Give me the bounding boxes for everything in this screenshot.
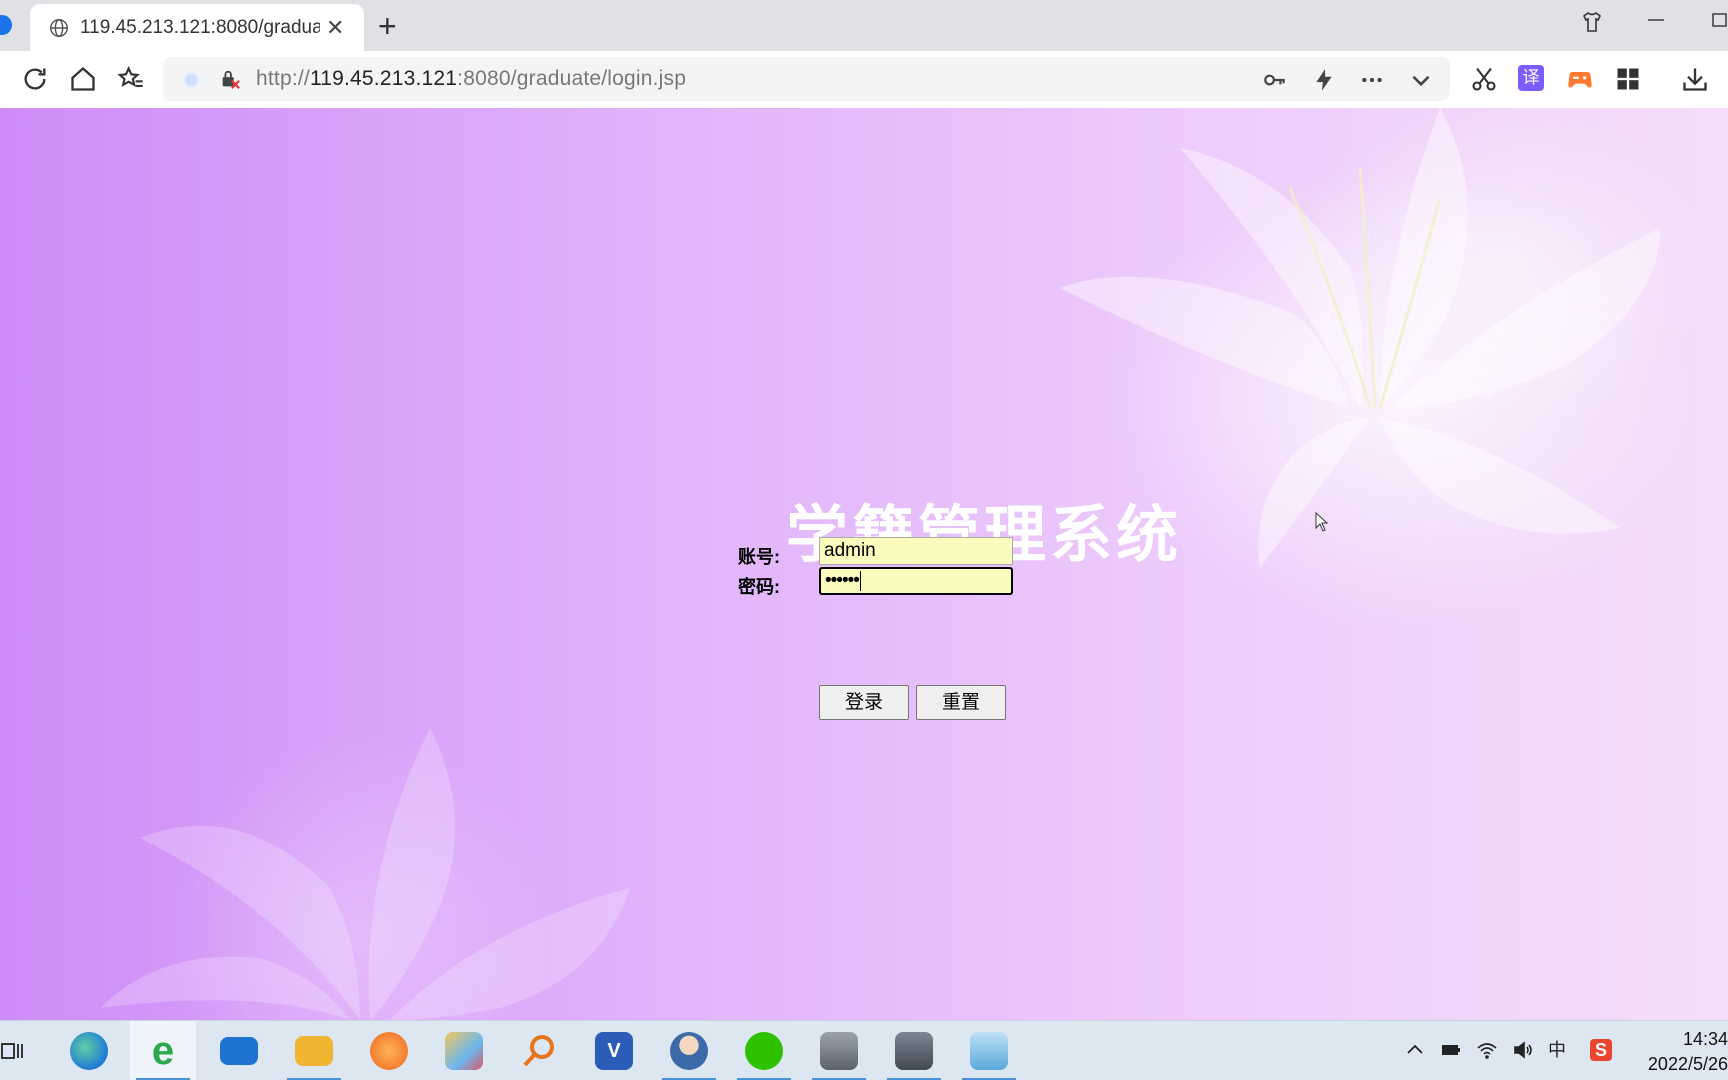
url-text[interactable]: http://119.45.213.121:8080/graduate/logi… — [256, 67, 686, 91]
account-input[interactable]: admin — [819, 537, 1013, 565]
login-page: 学籍管理系统 账号: admin 密码: •••••• 登录 重置 — [0, 108, 1728, 1020]
visio-icon: V — [595, 1032, 633, 1070]
task-view-icon[interactable] — [0, 1039, 24, 1063]
login-button[interactable]: 登录 — [819, 685, 909, 720]
taskbar-ie[interactable]: e — [130, 1021, 196, 1080]
close-tab-icon[interactable]: ✕ — [326, 16, 344, 39]
browser-toolbar: http://119.45.213.121:8080/graduate/logi… — [0, 51, 1728, 109]
taskbar-explorer[interactable] — [281, 1021, 347, 1080]
browser-tab[interactable]: 119.45.213.121:8080/graduate/login.jsp ✕ — [30, 4, 364, 51]
file-explorer-icon — [295, 1036, 333, 1066]
taskbar-paint[interactable] — [431, 1021, 497, 1080]
clock-time: 14:34 — [1682, 1029, 1728, 1049]
video-icon — [895, 1032, 933, 1070]
download-icon[interactable] — [1681, 65, 1709, 93]
translate-icon[interactable]: 译 — [1518, 65, 1544, 91]
taskbar-app-orange[interactable] — [356, 1021, 422, 1080]
clock-date: 2022/5/26 — [1647, 1054, 1728, 1074]
screen: 119.45.213.121:8080/graduate/login.jsp ✕… — [0, 0, 1728, 1080]
taskbar-notepad[interactable] — [956, 1021, 1022, 1080]
lightning-icon[interactable] — [1311, 67, 1337, 93]
maximize-icon[interactable] — [1710, 10, 1728, 30]
insecure-lock-icon[interactable] — [219, 68, 241, 90]
password-input[interactable]: •••••• — [819, 567, 1013, 595]
key-icon[interactable] — [1262, 67, 1288, 93]
taskbar-camera[interactable] — [806, 1021, 872, 1080]
wechat-icon — [745, 1032, 783, 1070]
password-label: 密码: — [738, 577, 780, 597]
taskbar-search[interactable] — [506, 1021, 572, 1080]
apps-icon[interactable] — [1614, 65, 1642, 93]
taskbar-video[interactable] — [881, 1021, 947, 1080]
battery-icon[interactable] — [1440, 1039, 1462, 1061]
sogou-ime-icon[interactable]: S — [1590, 1039, 1612, 1061]
favorites-icon[interactable] — [117, 65, 145, 93]
show-hidden-icons-icon[interactable] — [1404, 1039, 1426, 1061]
new-tab-button[interactable]: + — [378, 8, 397, 45]
account-label: 账号: — [738, 547, 780, 567]
minimize-icon[interactable] — [1646, 10, 1666, 30]
edge-icon — [70, 1032, 108, 1070]
ime-indicator[interactable]: 中 — [1546, 1039, 1568, 1061]
taskbar-mail[interactable] — [206, 1021, 272, 1080]
mouse-cursor-icon — [1315, 512, 1329, 532]
reset-button[interactable]: 重置 — [916, 685, 1006, 720]
mail-icon — [220, 1037, 258, 1065]
more-icon[interactable] — [1359, 67, 1385, 93]
globe-icon — [50, 18, 68, 37]
url-path: :8080/graduate/login.jsp — [457, 67, 687, 90]
text-caret — [859, 570, 861, 591]
taskbar-wechat[interactable] — [731, 1021, 797, 1080]
windows-taskbar: e V 中 S 14:34 2022/5/26 — [0, 1020, 1728, 1080]
taskbar-person[interactable] — [656, 1021, 722, 1080]
scissors-icon[interactable] — [1470, 65, 1498, 93]
app-orange-icon — [370, 1032, 408, 1070]
wifi-icon[interactable] — [1476, 1039, 1498, 1061]
skin-icon[interactable] — [1580, 10, 1604, 34]
password-value: •••••• — [825, 570, 860, 591]
taskbar-visio[interactable]: V — [581, 1021, 647, 1080]
camera-icon — [820, 1032, 858, 1070]
url-host: 119.45.213.121 — [309, 67, 458, 90]
site-status-icon — [183, 72, 199, 88]
chevron-down-icon[interactable] — [1408, 67, 1434, 93]
paint-icon — [445, 1032, 483, 1070]
game-icon[interactable] — [1566, 65, 1594, 93]
url-prefix: http:// — [256, 67, 310, 90]
search-icon — [523, 1035, 554, 1067]
taskbar-edge[interactable] — [56, 1021, 122, 1080]
browser-logo-icon — [0, 15, 12, 35]
system-clock[interactable]: 14:34 2022/5/26 — [1630, 1027, 1728, 1077]
tab-title: 119.45.213.121:8080/graduate/login.jsp — [80, 16, 320, 38]
address-bar[interactable]: http://119.45.213.121:8080/graduate/logi… — [163, 57, 1450, 101]
home-icon[interactable] — [69, 65, 97, 93]
lily-flower-image-2 — [100, 728, 630, 1020]
account-value: admin — [824, 540, 876, 561]
volume-icon[interactable] — [1512, 1039, 1534, 1061]
reload-icon[interactable] — [21, 65, 49, 93]
notepad-icon — [970, 1032, 1008, 1070]
browser-tab-bar: 119.45.213.121:8080/graduate/login.jsp ✕… — [0, 0, 1728, 51]
ie-icon: e — [151, 1029, 175, 1073]
person-icon — [670, 1032, 708, 1070]
